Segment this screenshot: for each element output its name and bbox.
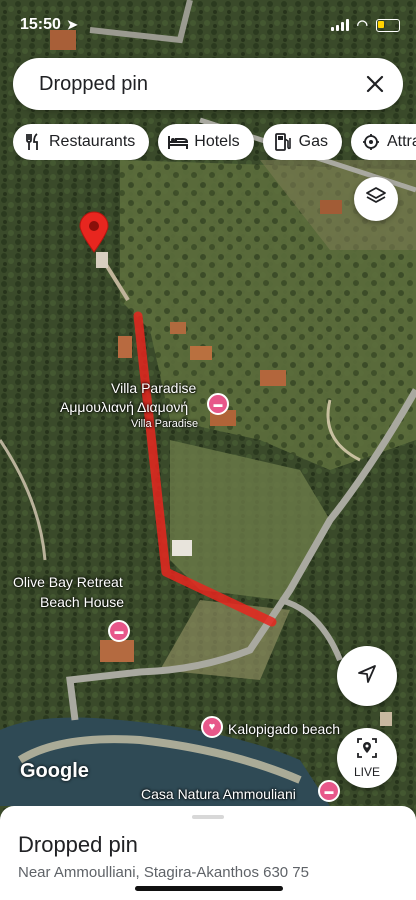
search-bar[interactable]: Dropped pin	[13, 58, 403, 110]
chip-gas[interactable]: Gas	[262, 124, 342, 160]
bed-icon	[168, 132, 189, 152]
sheet-address: Near Ammoulliani, Stagira-Akanthos 630 7…	[18, 864, 309, 881]
chip-label: Attra	[386, 133, 416, 150]
live-view-button[interactable]: LIVE	[337, 728, 397, 788]
heart-icon: ♥	[208, 721, 216, 733]
place-label-olive-bay-2[interactable]: Beach House	[40, 594, 124, 610]
status-bar: 15:50 ➤ ◠	[20, 14, 400, 36]
navigation-arrow-icon	[356, 663, 378, 690]
layers-button[interactable]	[354, 177, 398, 221]
hotel-marker-casa-natura[interactable]: ▬	[318, 780, 340, 802]
place-label-olive-bay[interactable]: Olive Bay Retreat	[13, 574, 123, 590]
signal-icon	[330, 19, 349, 31]
bed-icon: ▬	[324, 786, 334, 796]
hotel-marker-villa-paradise[interactable]: ▬	[207, 393, 229, 415]
home-indicator[interactable]	[135, 886, 283, 891]
bed-icon: ▬	[114, 626, 124, 636]
gas-pump-icon	[273, 132, 293, 152]
wifi-icon: ◠	[356, 17, 368, 32]
hotel-marker-olive-bay[interactable]: ▬	[108, 620, 130, 642]
chip-label: Gas	[298, 133, 328, 150]
attraction-icon	[361, 132, 381, 152]
chip-label: Hotels	[194, 133, 240, 150]
chip-hotels[interactable]: Hotels	[158, 124, 254, 160]
status-time: 15:50	[20, 16, 61, 33]
location-arrow-icon: ➤	[66, 17, 78, 32]
chip-restaurants[interactable]: Restaurants	[13, 124, 150, 160]
battery-icon	[376, 18, 400, 32]
live-view-icon	[356, 737, 378, 764]
sheet-title: Dropped pin	[18, 832, 138, 857]
my-location-button[interactable]	[337, 646, 397, 706]
chip-label: Restaurants	[49, 133, 136, 150]
live-label: LIVE	[353, 765, 380, 779]
bed-icon: ▬	[213, 399, 223, 409]
place-label-villa-paradise-greek[interactable]: Αμμουλιανή Διαμονή	[60, 399, 188, 415]
chip-attractions[interactable]: Attra	[350, 124, 416, 160]
search-input[interactable]: Dropped pin	[39, 73, 355, 96]
place-label-kalopigado[interactable]: Kalopigado beach	[228, 721, 340, 737]
layers-icon	[365, 186, 387, 213]
place-label-villa-paradise[interactable]: Villa Paradise	[111, 380, 196, 396]
place-sublabel-villa-paradise: Villa Paradise	[131, 418, 199, 430]
place-label-casa-natura[interactable]: Casa Natura Ammouliani	[141, 786, 296, 802]
close-icon[interactable]	[355, 64, 395, 104]
sheet-drag-handle[interactable]	[192, 815, 224, 819]
google-attribution: Google	[20, 760, 89, 782]
category-chips: Restaurants Hotels Gas Attra	[13, 124, 416, 160]
heart-marker-kalopigado[interactable]: ♥	[201, 716, 223, 738]
fork-knife-icon	[23, 132, 43, 152]
